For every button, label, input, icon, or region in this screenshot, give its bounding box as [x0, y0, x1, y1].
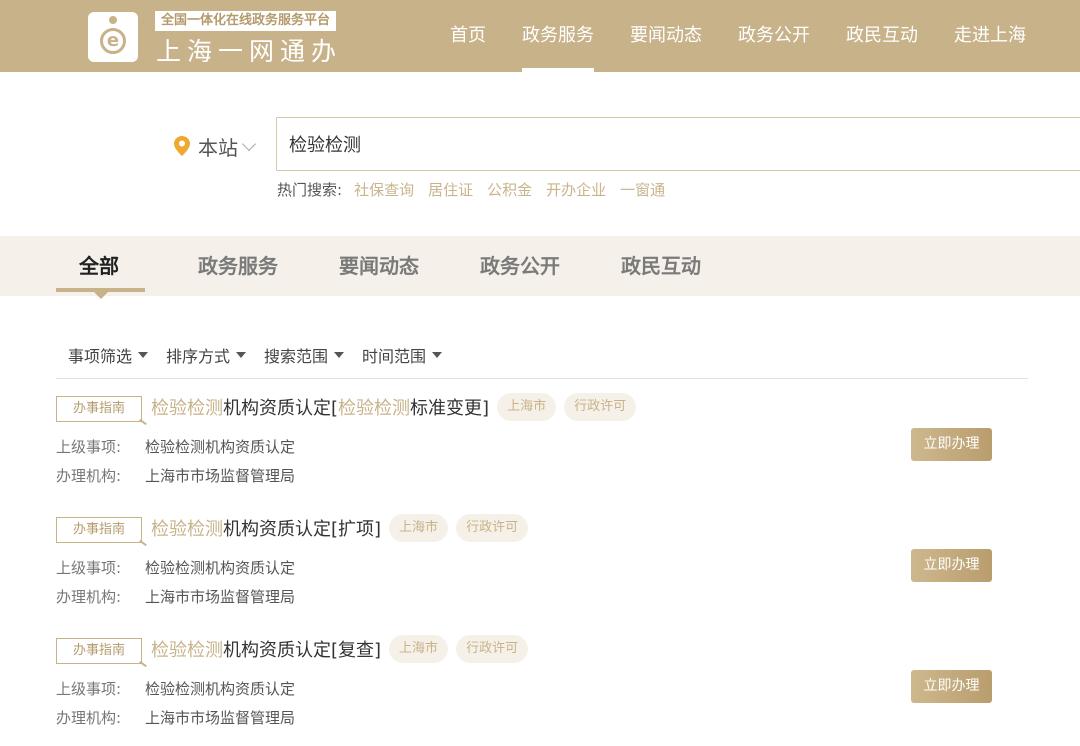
filter-bar: 事项筛选 排序方式 搜索范围 时间范围: [68, 344, 460, 366]
result-title-row: 检验检测机构资质认定[复查] 上海市 行政许可: [151, 634, 529, 664]
apply-now-button[interactable]: 立即办理: [911, 670, 992, 703]
result-title-row: 检验检测机构资质认定[扩项] 上海市 行政许可: [151, 513, 529, 543]
site-name[interactable]: 上海一网通办: [156, 32, 342, 68]
hot-link-housing-fund[interactable]: 公积金: [487, 179, 532, 200]
platform-tagline: 全国一体化在线政务服务平台: [155, 11, 337, 31]
category-pill: 行政许可: [456, 514, 529, 542]
parent-item-row: 上级事项: 检验检测机构资质认定: [56, 438, 296, 456]
location-pin-icon: [174, 136, 190, 156]
caret-down-icon: [236, 352, 247, 358]
parent-item-row: 上级事项: 检验检测机构资质认定: [56, 559, 296, 577]
search-input[interactable]: [289, 118, 1069, 170]
caret-down-icon: [138, 352, 149, 358]
region-pill: 上海市: [389, 635, 449, 663]
hot-searches: 热门搜索: 社保查询 居住证 公积金 开办企业 一窗通: [277, 178, 679, 200]
nav-news[interactable]: 要闻动态: [612, 0, 720, 72]
result-title-link[interactable]: 检验检测机构资质认定[扩项]: [151, 515, 381, 541]
parent-item-row: 上级事项: 检验检测机构资质认定: [56, 680, 296, 698]
result-item: 办事指南 检验检测机构资质认定[复查] 上海市 行政许可 上级事项: 检验检测机构…: [56, 622, 1028, 727]
tab-news[interactable]: 要闻动态: [339, 236, 419, 296]
filter-time[interactable]: 时间范围: [362, 344, 443, 366]
filter-label: 事项筛选: [68, 347, 133, 366]
filter-label: 时间范围: [362, 347, 427, 366]
region-pill: 上海市: [497, 393, 557, 421]
tab-all[interactable]: 全部: [79, 236, 119, 296]
nav-about-shanghai[interactable]: 走进上海: [936, 0, 1044, 72]
filter-scope[interactable]: 搜索范围: [264, 344, 345, 366]
nav-gov-services[interactable]: 政务服务: [504, 0, 612, 72]
chevron-down-icon: [241, 136, 257, 152]
filter-label: 搜索范围: [264, 347, 329, 366]
nav-home[interactable]: 首页: [432, 0, 504, 72]
active-tab-pointer: [94, 292, 108, 299]
hot-link-start-business[interactable]: 开办企业: [546, 179, 606, 200]
result-title-row: 检验检测机构资质认定[检验检测标准变更] 上海市 行政许可: [151, 392, 637, 422]
result-item: 办事指南 检验检测机构资质认定[检验检测标准变更] 上海市 行政许可 上级事项:…: [56, 380, 1028, 485]
tab-gov-services[interactable]: 政务服务: [198, 236, 278, 296]
location-label: 本站: [198, 135, 238, 160]
nav-interaction[interactable]: 政民互动: [828, 0, 936, 72]
filter-item-type[interactable]: 事项筛选: [68, 344, 149, 366]
main-nav: 首页 政务服务 要闻动态 政务公开 政民互动 走进上海: [432, 0, 1044, 72]
org-row: 办理机构: 上海市市场监督管理局: [56, 467, 296, 485]
org-row: 办理机构: 上海市市场监督管理局: [56, 709, 296, 727]
caret-down-icon: [432, 352, 443, 358]
apply-now-button[interactable]: 立即办理: [911, 549, 992, 582]
hot-link-one-window[interactable]: 一窗通: [620, 179, 665, 200]
hot-search-label: 热门搜索:: [277, 180, 343, 199]
site-logo-icon[interactable]: e: [88, 12, 138, 62]
category-tabs: 全部 政务服务 要闻动态 政务公开 政民互动: [0, 236, 1080, 296]
result-title-link[interactable]: 检验检测机构资质认定[检验检测标准变更]: [151, 394, 489, 420]
hot-link-social-security[interactable]: 社保查询: [354, 179, 414, 200]
caret-down-icon: [334, 352, 345, 358]
category-pill: 行政许可: [564, 393, 637, 421]
result-title-link[interactable]: 检验检测机构资质认定[复查]: [151, 636, 381, 662]
hot-link-residence-permit[interactable]: 居住证: [428, 179, 473, 200]
guide-tag: 办事指南: [56, 396, 142, 422]
divider: [56, 378, 1028, 379]
location-selector[interactable]: 本站: [174, 130, 257, 162]
tab-gov-disclosure[interactable]: 政务公开: [480, 236, 560, 296]
guide-tag: 办事指南: [56, 638, 142, 664]
nav-gov-disclosure[interactable]: 政务公开: [720, 0, 828, 72]
result-item: 办事指南 检验检测机构资质认定[扩项] 上海市 行政许可 上级事项: 检验检测机构…: [56, 501, 1028, 606]
top-header: e 全国一体化在线政务服务平台 上海一网通办 首页 政务服务 要闻动态 政务公开…: [0, 0, 1080, 72]
search-box: [276, 117, 1080, 171]
filter-label: 排序方式: [166, 347, 231, 366]
guide-tag: 办事指南: [56, 517, 142, 543]
apply-now-button[interactable]: 立即办理: [911, 428, 992, 461]
category-pill: 行政许可: [456, 635, 529, 663]
filter-sort[interactable]: 排序方式: [166, 344, 247, 366]
org-row: 办理机构: 上海市市场监督管理局: [56, 588, 296, 606]
region-pill: 上海市: [389, 514, 449, 542]
tab-interaction[interactable]: 政民互动: [621, 236, 701, 296]
